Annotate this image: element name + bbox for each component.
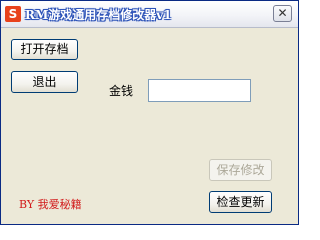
app-logo-glyph: S xyxy=(8,7,18,21)
dialog-body: 打开存档 退出 金钱 保存修改 检查更新 BY 我爱秘籍 xyxy=(1,28,298,224)
window-title: RM游戏通用存档修改器v1 xyxy=(25,8,172,22)
close-icon: ✕ xyxy=(277,6,288,20)
exit-button[interactable]: 退出 xyxy=(11,71,78,93)
title-bar[interactable]: S RM游戏通用存档修改器v1 ✕ xyxy=(1,1,298,28)
close-button[interactable]: ✕ xyxy=(273,5,292,22)
money-label: 金钱 xyxy=(109,84,134,98)
check-update-button[interactable]: 检查更新 xyxy=(209,191,272,213)
open-save-button[interactable]: 打开存档 xyxy=(11,39,78,60)
save-changes-button[interactable]: 保存修改 xyxy=(209,159,272,181)
app-window: S RM游戏通用存档修改器v1 ✕ 打开存档 退出 金钱 保存修改 检查更新 B… xyxy=(0,0,299,225)
author-credit: BY 我爱秘籍 xyxy=(19,198,82,211)
money-input[interactable] xyxy=(148,79,251,102)
app-logo-icon: S xyxy=(5,6,21,22)
